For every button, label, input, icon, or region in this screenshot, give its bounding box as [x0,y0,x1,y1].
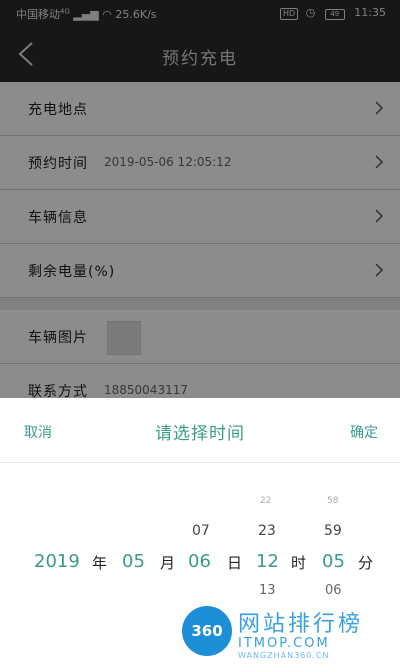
day-prev[interactable]: 07 [192,523,210,539]
year-unit: 年 [92,554,108,572]
minute-prev[interactable]: 59 [324,523,342,539]
hour-prev[interactable]: 23 [258,523,276,539]
year-selected[interactable]: 2019 [34,551,80,572]
picker-header: 取消 请选择时间 确定 [0,398,400,463]
watermark-subdomain: WANGZHAN360.CN [238,651,330,660]
month-unit: 月 [160,554,176,572]
hour-next[interactable]: 13 [259,583,276,598]
watermark-360-icon: 360 [182,606,232,656]
watermark-title: 网站排行榜 [238,612,364,637]
hour-unit: 时 [291,554,307,572]
watermark-domain: ITMOP.COM [238,636,330,651]
hour-prev-2[interactable]: 22 [260,496,271,506]
confirm-button[interactable]: 确定 [350,422,378,442]
month-selected[interactable]: 05 [122,551,145,572]
day-unit: 日 [227,554,243,572]
minute-unit: 分 [358,554,374,572]
minute-next[interactable]: 06 [325,583,342,598]
modal-overlay[interactable] [0,0,400,398]
watermark-logo: 360 网站排行榜 ITMOP.COM WANGZHAN360.CN [182,606,392,662]
picker-title: 请选择时间 [155,424,245,444]
hour-selected[interactable]: 12 [256,551,279,572]
minute-prev-2[interactable]: 58 [327,496,338,506]
minute-selected[interactable]: 05 [322,551,345,572]
day-selected[interactable]: 06 [188,551,211,572]
